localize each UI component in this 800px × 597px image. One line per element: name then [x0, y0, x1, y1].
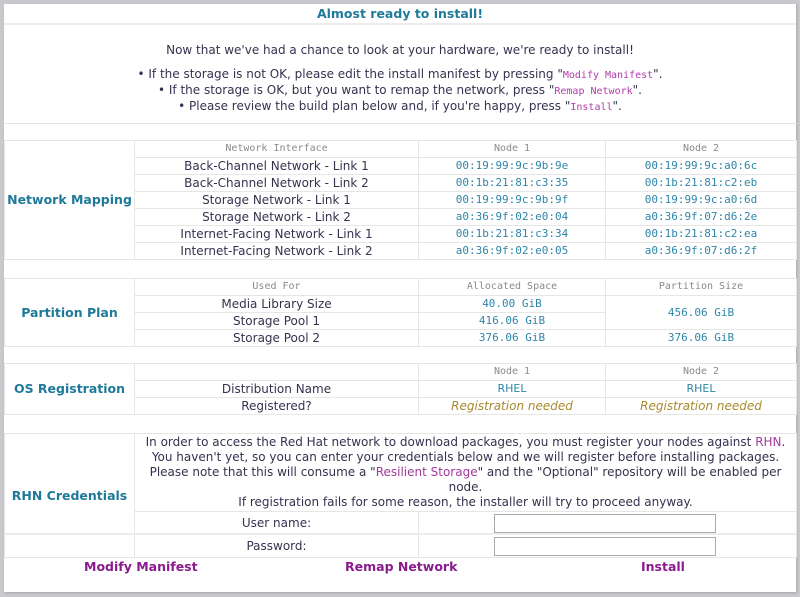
mac-node2: 00:19:99:9c:a0:6c [605, 157, 797, 175]
col-header-node1: Node 1 [418, 363, 606, 381]
col-header-node2: Node 2 [605, 140, 797, 158]
rhn-line-2: You haven't yet, so you can enter your c… [151, 450, 780, 464]
used-for: Storage Pool 2 [134, 329, 419, 347]
interface-name: Back-Channel Network - Link 2 [134, 174, 419, 192]
used-for: Storage Pool 1 [134, 312, 419, 330]
installer-panel: Almost ready to install! Now that we've … [4, 4, 797, 592]
registration-status-node2: Registration needed [605, 397, 797, 415]
mac-node2: a0:36:9f:07:d6:2f [605, 242, 797, 260]
distribution-node2: RHEL [605, 380, 797, 398]
mac-node2: 00:19:99:9c:a0:6d [605, 191, 797, 209]
resilient-storage-link: Resilient Storage [375, 465, 478, 479]
col-header-allocated: Allocated Space [418, 278, 606, 296]
section-os-registration: OS Registration [4, 363, 135, 415]
allocated-space: 40.00 GiB [418, 295, 606, 313]
code-modify-manifest: Modify Manifest [562, 70, 654, 81]
spacer [4, 414, 797, 434]
registration-status-node1: Registration needed [418, 397, 606, 415]
page-title: Almost ready to install! [4, 4, 796, 25]
username-cell [418, 511, 797, 535]
distribution-label: Distribution Name [134, 380, 419, 398]
registered-label: Registered? [134, 397, 419, 415]
interface-name: Storage Network - Link 1 [134, 191, 419, 209]
intro-lead: Now that we've had a chance to look at y… [166, 43, 634, 57]
intro: Now that we've had a chance to look at y… [4, 25, 796, 115]
section-partition-plan: Partition Plan [4, 278, 135, 347]
intro-bullet-modify: • If the storage is not OK, please edit … [4, 67, 796, 83]
code-remap-network: Remap Network [554, 86, 633, 97]
allocated-space: 376.06 GiB [418, 329, 606, 347]
mac-node1: 00:1b:21:81:c3:35 [418, 174, 606, 192]
distribution-node1: RHEL [418, 380, 606, 398]
col-header-partition-size: Partition Size [605, 278, 797, 296]
col-header-blank [134, 363, 419, 381]
allocated-space: 416.06 GiB [418, 312, 606, 330]
spacer [4, 123, 797, 141]
spacer [4, 346, 797, 364]
col-header-interface: Network Interface [134, 140, 419, 158]
rhn-line-3: Please note that this will consume a "Re… [135, 465, 796, 495]
interface-name: Storage Network - Link 2 [134, 208, 419, 226]
used-for: Media Library Size [134, 295, 419, 313]
interface-name: Back-Channel Network - Link 1 [134, 157, 419, 175]
rhn-text-end: " and the "Optional" repository will be … [448, 465, 782, 494]
bullet-text-end: ". [612, 99, 622, 113]
bullet-text: • Please review the build plan below and… [178, 99, 571, 113]
mac-node1: a0:36:9f:02:e0:05 [418, 242, 606, 260]
rhn-line-4: If registration fails for some reason, t… [238, 495, 693, 509]
username-label: User name: [134, 511, 419, 535]
section-network-mapping: Network Mapping [4, 140, 135, 260]
interface-name: Internet-Facing Network - Link 2 [134, 242, 419, 260]
col-header-used-for: Used For [134, 278, 419, 296]
mac-node1: 00:19:99:9c:9b:9e [418, 157, 606, 175]
intro-bullet-remap: • If the storage is OK, but you want to … [4, 83, 796, 99]
action-bar: Modify Manifest Remap Network Install [4, 533, 796, 592]
col-header-node2: Node 2 [605, 363, 797, 381]
bullet-text-end: ". [653, 67, 663, 81]
rhn-link: RHN [755, 435, 782, 449]
mac-node2: a0:36:9f:07:d6:2e [605, 208, 797, 226]
rhn-explanation: In order to access the Red Hat network t… [134, 433, 797, 512]
partition-size: 376.06 GiB [605, 329, 797, 347]
plan-table: Network Mapping Network Interface Node 1… [4, 123, 797, 558]
rhn-text: In order to access the Red Hat network t… [145, 435, 756, 449]
intro-bullet-install: • Please review the build plan below and… [4, 99, 796, 115]
install-button[interactable]: Install [641, 559, 685, 574]
username-input[interactable] [494, 513, 716, 533]
mac-node1: 00:1b:21:81:c3:34 [418, 225, 606, 243]
mac-node2: 00:1b:21:81:c2:ea [605, 225, 797, 243]
bullet-text-end: ". [632, 83, 642, 97]
mac-node1: a0:36:9f:02:e0:04 [418, 208, 606, 226]
rhn-text: Please note that this will consume a " [149, 465, 376, 479]
code-install: Install [570, 102, 613, 113]
rhn-text-end: . [781, 435, 786, 449]
modify-manifest-button[interactable]: Modify Manifest [84, 559, 198, 574]
remap-network-button[interactable]: Remap Network [345, 559, 457, 574]
col-header-node1: Node 1 [418, 140, 606, 158]
interface-name: Internet-Facing Network - Link 1 [134, 225, 419, 243]
rhn-line-1: In order to access the Red Hat network t… [135, 435, 796, 450]
mac-node1: 00:19:99:9c:9b:9f [418, 191, 606, 209]
spacer [4, 259, 797, 279]
mac-node2: 00:1b:21:81:c2:eb [605, 174, 797, 192]
bullet-text: • If the storage is OK, but you want to … [157, 83, 555, 97]
partition-size: 456.06 GiB [605, 295, 797, 330]
bullet-text: • If the storage is not OK, please edit … [137, 67, 563, 81]
